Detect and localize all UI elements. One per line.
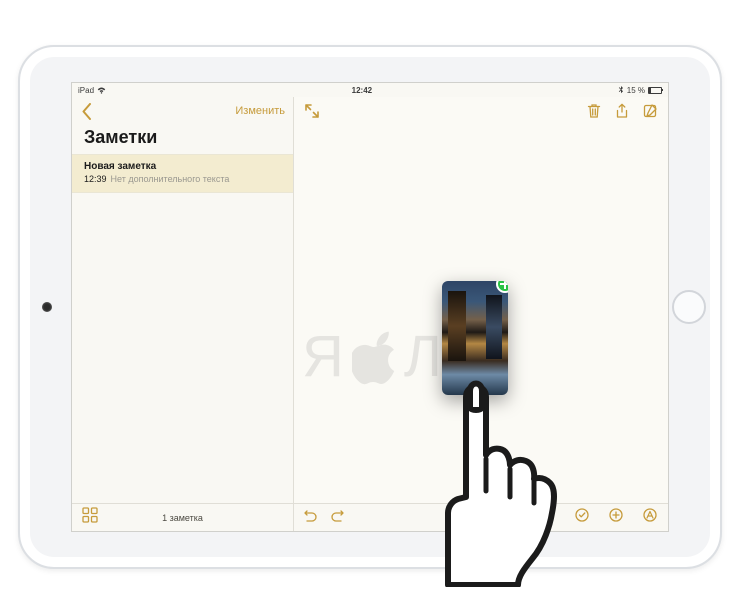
compose-icon	[642, 103, 658, 119]
camera-plus-icon	[608, 507, 624, 523]
edit-button[interactable]: Изменить	[235, 105, 285, 117]
redo-icon	[330, 508, 344, 522]
undo-icon	[304, 508, 318, 522]
wifi-icon	[97, 87, 106, 94]
camera-button[interactable]	[608, 507, 624, 528]
battery-text: 15 %	[627, 86, 645, 95]
checklist-icon	[574, 507, 590, 523]
back-button[interactable]	[80, 103, 93, 120]
sidebar: Изменить Заметки Новая заметка 12:39 Нет …	[72, 97, 294, 531]
carrier-label: iPad	[78, 86, 94, 95]
markup-button[interactable]	[642, 507, 658, 528]
share-icon	[614, 103, 630, 119]
screen: iPad 12:42 15 % Изменить Заметк	[71, 82, 669, 532]
ipad-device-frame: iPad 12:42 15 % Изменить Заметк	[18, 45, 722, 569]
note-item-preview: Нет дополнительного текста	[111, 174, 230, 184]
expand-button[interactable]	[304, 103, 320, 119]
sidebar-toolbar: 1 заметка	[72, 503, 293, 531]
markup-icon	[642, 507, 658, 523]
delete-button[interactable]	[586, 103, 602, 119]
apple-icon	[352, 329, 400, 385]
front-camera	[42, 302, 52, 312]
undo-button[interactable]	[304, 508, 318, 527]
redo-button[interactable]	[330, 508, 344, 527]
editor-toolbar-top	[294, 97, 668, 125]
note-body[interactable]: Я Л	[294, 125, 668, 503]
note-count-label: 1 заметка	[108, 513, 257, 523]
home-button[interactable]	[672, 290, 706, 324]
dragged-image-thumbnail[interactable]	[442, 281, 508, 395]
attachments-grid-button[interactable]	[82, 507, 98, 528]
sidebar-title: Заметки	[72, 125, 293, 154]
note-item-time: 12:39	[84, 174, 107, 184]
clock: 12:42	[106, 86, 618, 95]
image-preview	[442, 281, 508, 395]
battery-icon	[648, 87, 662, 94]
compose-button[interactable]	[642, 103, 658, 119]
editor-pane: Я Л	[294, 97, 668, 531]
bluetooth-icon	[618, 86, 624, 94]
share-button[interactable]	[614, 103, 630, 119]
chevron-left-icon	[80, 103, 93, 120]
trash-icon	[586, 103, 602, 119]
status-bar: iPad 12:42 15 %	[72, 83, 668, 97]
note-item-title: Новая заметка	[84, 161, 281, 172]
watermark: Я Л	[302, 323, 446, 390]
note-list-item[interactable]: Новая заметка 12:39 Нет дополнительного т…	[72, 154, 293, 193]
checklist-button[interactable]	[574, 507, 590, 528]
expand-arrows-icon	[304, 103, 320, 119]
editor-toolbar-bottom	[294, 503, 668, 531]
